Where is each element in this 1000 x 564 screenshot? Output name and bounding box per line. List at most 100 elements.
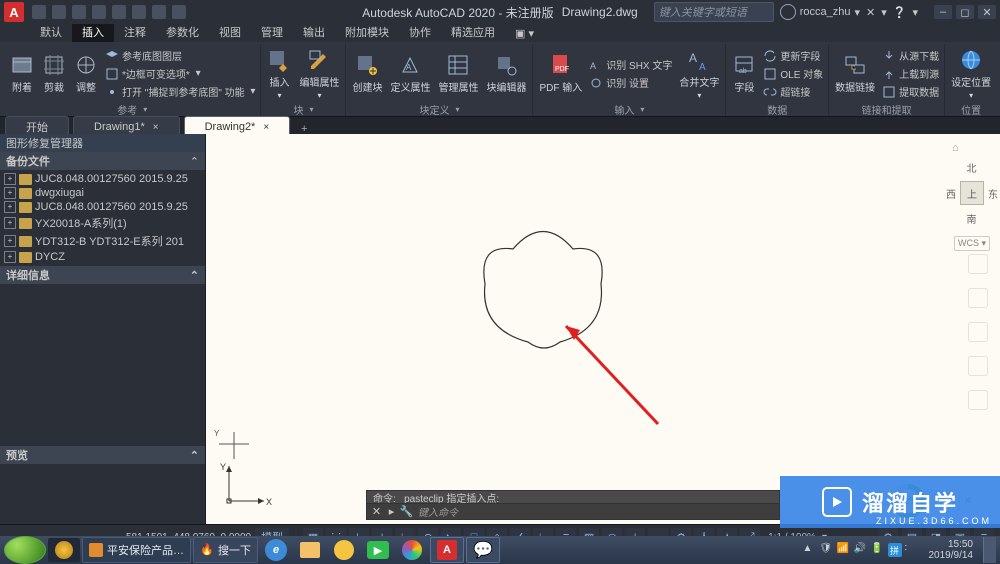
tree-item[interactable]: +JUC8.048.00127560 2015.9.25 xyxy=(0,172,205,186)
qat-saveas-icon[interactable] xyxy=(92,5,106,19)
tree-item[interactable]: +dwgxiugai xyxy=(0,186,205,200)
qat-new-icon[interactable] xyxy=(32,5,46,19)
tray-battery-icon[interactable]: 🔋 xyxy=(871,543,885,557)
qat-save-icon[interactable] xyxy=(72,5,86,19)
tab-insert[interactable]: 插入 xyxy=(72,22,114,42)
tab-view[interactable]: 视图 xyxy=(209,22,251,42)
tree-item[interactable]: +JUC8.048.00127560 2015.9.25 xyxy=(0,200,205,214)
ole-object-button[interactable]: OLE 对象 xyxy=(761,65,825,82)
taskbar-autocad-icon[interactable]: A xyxy=(430,537,464,563)
taskbar-qqmusic-icon[interactable] xyxy=(328,538,360,562)
update-fields-button[interactable]: 更新字段 xyxy=(761,47,825,64)
details-header[interactable]: 详细信息 xyxy=(6,267,50,283)
close-icon[interactable]: × xyxy=(263,122,269,133)
hyperlink-button[interactable]: 超链接 xyxy=(761,83,825,100)
block-editor-button[interactable]: 块编辑器 xyxy=(483,51,529,96)
drawing-canvas[interactable]: ⌂ 北 西 上 东 南 WCS ▾ X Y xyxy=(206,134,1000,524)
chevron-up-icon[interactable]: ⌃ xyxy=(190,269,199,282)
taskbar-search-app[interactable]: 🔥搜一下 xyxy=(193,537,258,563)
steering-wheel-icon[interactable] xyxy=(968,254,988,274)
extract-data-button[interactable]: 提取数据 xyxy=(880,83,941,100)
tab-annotate[interactable]: 注释 xyxy=(114,22,156,42)
qat-open-icon[interactable] xyxy=(52,5,66,19)
attach-button[interactable]: 附着 xyxy=(7,51,37,96)
tree-item[interactable]: +YX20018-A系列(1) xyxy=(0,214,205,232)
field-button[interactable]: ab字段 xyxy=(729,51,759,96)
autodesk-app-icon[interactable]: ✕ xyxy=(866,6,875,19)
tab-collab[interactable]: 协作 xyxy=(399,22,441,42)
command-line[interactable]: 命令: _pasteclip 指定插入点: ✕ ▸ 🔧 键入命令 xyxy=(366,490,780,516)
tab-output[interactable]: 输出 xyxy=(293,22,335,42)
merge-text-button[interactable]: AA合并文字▾ xyxy=(676,46,722,102)
home-icon[interactable]: ⌂ xyxy=(952,142,959,154)
command-config-icon[interactable]: 🔧 xyxy=(401,506,412,517)
set-location-button[interactable]: 设定位置▾ xyxy=(948,46,994,102)
qat-share-icon[interactable] xyxy=(172,5,186,19)
edit-attrib-button[interactable]: 编辑属性▾ xyxy=(296,46,342,102)
manage-attrib-button[interactable]: 管理属性 xyxy=(435,51,481,96)
qat-redo-icon[interactable] xyxy=(152,5,166,19)
pdf-import-button[interactable]: PDFPDF 输入 xyxy=(536,51,585,96)
download-from-source-button[interactable]: 从源下载 xyxy=(880,47,941,64)
clock[interactable]: 15:50 2019/9/14 xyxy=(929,539,974,561)
tab-addins[interactable]: 附加模块 xyxy=(335,22,399,42)
clip-button[interactable]: 剪裁 xyxy=(39,51,69,96)
close-commandline-icon[interactable]: ✕ xyxy=(371,506,382,517)
view-cube[interactable]: ⌂ 北 西 上 东 南 WCS ▾ xyxy=(952,142,992,251)
taskbar-video-icon[interactable]: ▶ xyxy=(362,538,394,562)
tree-item[interactable]: +DYCZ xyxy=(0,250,205,264)
qat-plot-icon[interactable] xyxy=(112,5,126,19)
tree-item[interactable]: +YDT312-B YDT312-E系列 201 xyxy=(0,232,205,250)
pan-icon[interactable] xyxy=(968,288,988,308)
tray-network-icon[interactable]: 📶 xyxy=(837,543,851,557)
taskbar-ie-icon[interactable]: e xyxy=(260,538,292,562)
underlay-layers-button[interactable]: 参考底图图层 xyxy=(103,47,257,64)
recognize-settings-button[interactable]: 识别 设置 xyxy=(587,74,674,91)
show-desktop-button[interactable] xyxy=(983,537,996,563)
orbit-icon[interactable] xyxy=(968,356,988,376)
tab-manage[interactable]: 管理 xyxy=(251,22,293,42)
command-options-icon[interactable]: ▸ xyxy=(386,506,397,517)
shx-recognize-button[interactable]: A识别 SHX 文字 xyxy=(587,56,674,73)
tab-featured[interactable]: 精选应用 xyxy=(441,22,505,42)
qat-undo-icon[interactable] xyxy=(132,5,146,19)
taskbar-wechat-icon[interactable]: 💬 xyxy=(466,537,500,563)
chevron-up-icon[interactable]: ⌃ xyxy=(190,155,199,168)
adjust-button[interactable]: 调整 xyxy=(71,51,101,96)
tray-volume-icon[interactable]: 🔊 xyxy=(854,543,868,557)
data-link-button[interactable]: 数据链接 xyxy=(832,51,878,96)
zoom-extents-icon[interactable] xyxy=(968,322,988,342)
tab-default[interactable]: 默认 xyxy=(30,22,72,42)
minimize-button[interactable]: – xyxy=(934,5,952,19)
help-search-input[interactable]: 键入关键字或短语 xyxy=(654,2,774,22)
insert-block-button[interactable]: 插入▾ xyxy=(264,46,294,102)
tab-more[interactable]: ▣ ▾ xyxy=(505,25,544,42)
user-icon[interactable] xyxy=(780,4,796,20)
tab-parametric[interactable]: 参数化 xyxy=(156,22,209,42)
system-tray[interactable]: ▲ 🛡 📶 🔊 🔋 拼 ∶ xyxy=(803,543,919,557)
tray-up-icon[interactable]: ▲ xyxy=(803,543,817,557)
chevron-down-icon[interactable]: ▾ xyxy=(881,6,887,19)
tray-ime-icon[interactable]: 拼 xyxy=(888,543,902,557)
backup-files-header[interactable]: 备份文件 xyxy=(6,153,50,169)
tray-ime-mode-icon[interactable]: ∶ xyxy=(905,543,919,557)
chevron-up-icon[interactable]: ⌃ xyxy=(190,449,199,462)
frame-vary-button[interactable]: *边框可变选项* ▾ xyxy=(103,65,257,82)
help-icon[interactable]: ❔ xyxy=(893,6,907,19)
close-button[interactable]: ✕ xyxy=(978,5,996,19)
tray-shield-icon[interactable]: 🛡 xyxy=(820,543,834,557)
preview-header[interactable]: 预览 xyxy=(6,447,28,463)
taskbar-browser-icon[interactable] xyxy=(396,538,428,562)
taskbar-yellow-icon[interactable] xyxy=(48,538,80,562)
define-attrib-button[interactable]: A定义属性 xyxy=(387,51,433,96)
upload-to-source-button[interactable]: 上载到源 xyxy=(880,65,941,82)
wcs-dropdown[interactable]: WCS ▾ xyxy=(954,236,990,251)
chevron-down-icon[interactable]: ▾ xyxy=(854,6,860,19)
taskbar-explorer-icon[interactable] xyxy=(294,538,326,562)
user-name[interactable]: rocca_zhu xyxy=(800,6,851,18)
restore-button[interactable]: ◻ xyxy=(956,5,974,19)
start-button[interactable] xyxy=(4,536,46,564)
snap-underlay-button[interactable]: 打开 "捕捉到参考底图" 功能 ▾ xyxy=(103,83,257,100)
create-block-button[interactable]: 创建块 xyxy=(349,51,385,96)
taskbar-pingan-app[interactable]: 平安保险产品… xyxy=(82,537,191,563)
